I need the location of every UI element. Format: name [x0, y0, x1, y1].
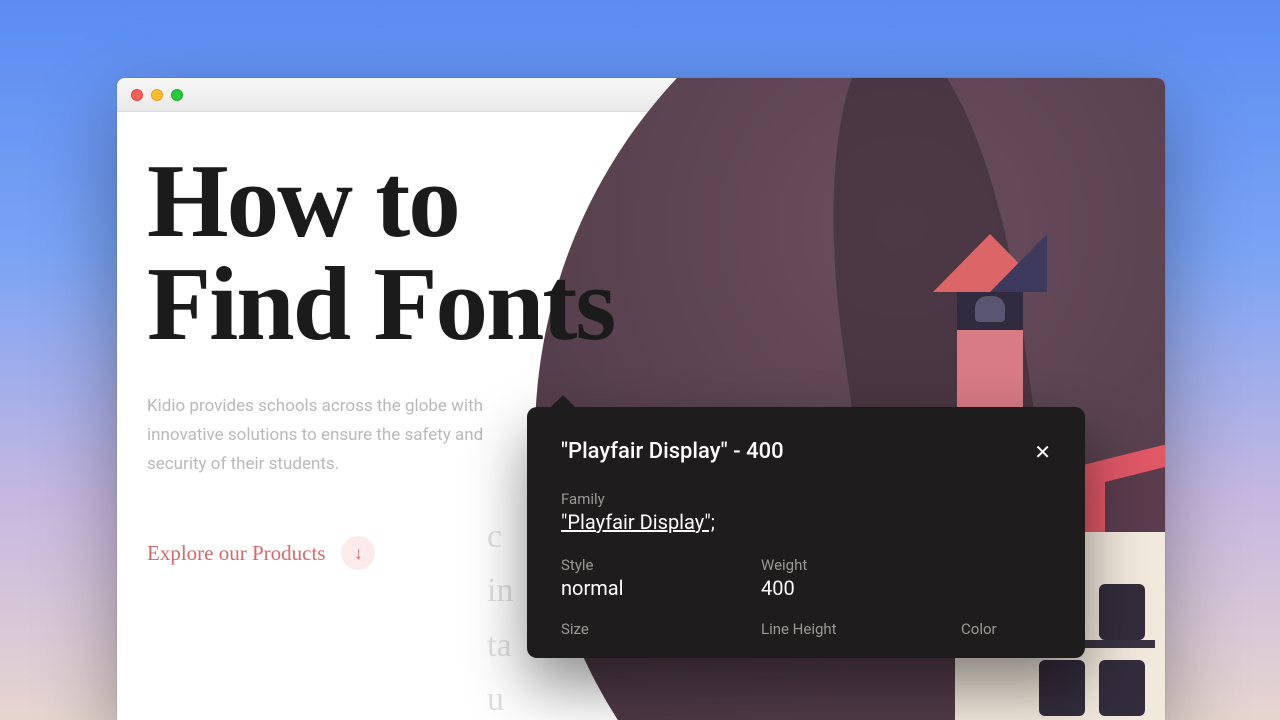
- browser-window: How to Find Fonts Kidio provides schools…: [117, 78, 1165, 720]
- illustration-window: [1039, 660, 1085, 716]
- arrow-down-icon: ↓: [354, 544, 363, 562]
- illustration-bell-icon: [975, 296, 1005, 322]
- font-inspector-tooltip: "Playfair Display" - 400 ✕ Family "Playf…: [527, 407, 1085, 658]
- cta-arrow-circle: ↓: [341, 536, 375, 570]
- ghost-line: in: [487, 564, 513, 618]
- ghost-line: u: [487, 673, 513, 720]
- window-maximize-button[interactable]: [171, 89, 183, 101]
- page-headline: How to Find Fonts: [147, 150, 667, 356]
- inspector-title: "Playfair Display" - 400: [561, 439, 784, 464]
- family-value[interactable]: "Playfair Display";: [561, 510, 1051, 534]
- close-icon[interactable]: ✕: [1034, 440, 1051, 464]
- cta-label: Explore our Products: [147, 541, 325, 566]
- headline-line-1: How to: [147, 142, 459, 259]
- weight-label: Weight: [761, 556, 881, 574]
- style-value: normal: [561, 576, 681, 600]
- illustration-window: [1099, 660, 1145, 716]
- ghost-line: c: [487, 510, 513, 564]
- size-label: Size: [561, 620, 681, 638]
- background-faded-text: c in ta u: [487, 510, 513, 720]
- color-label: Color: [961, 620, 1081, 638]
- ghost-line: ta: [487, 619, 513, 673]
- style-label: Style: [561, 556, 681, 574]
- window-minimize-button[interactable]: [151, 89, 163, 101]
- headline-line-2: Find Fonts: [147, 245, 614, 362]
- weight-value: 400: [761, 576, 881, 600]
- illustration-window: [1099, 584, 1145, 640]
- family-label: Family: [561, 490, 1051, 508]
- page-tagline: Kidio provides schools across the globe …: [147, 392, 507, 479]
- lineheight-label: Line Height: [761, 620, 881, 638]
- page-content: How to Find Fonts Kidio provides schools…: [117, 112, 1165, 720]
- window-close-button[interactable]: [131, 89, 143, 101]
